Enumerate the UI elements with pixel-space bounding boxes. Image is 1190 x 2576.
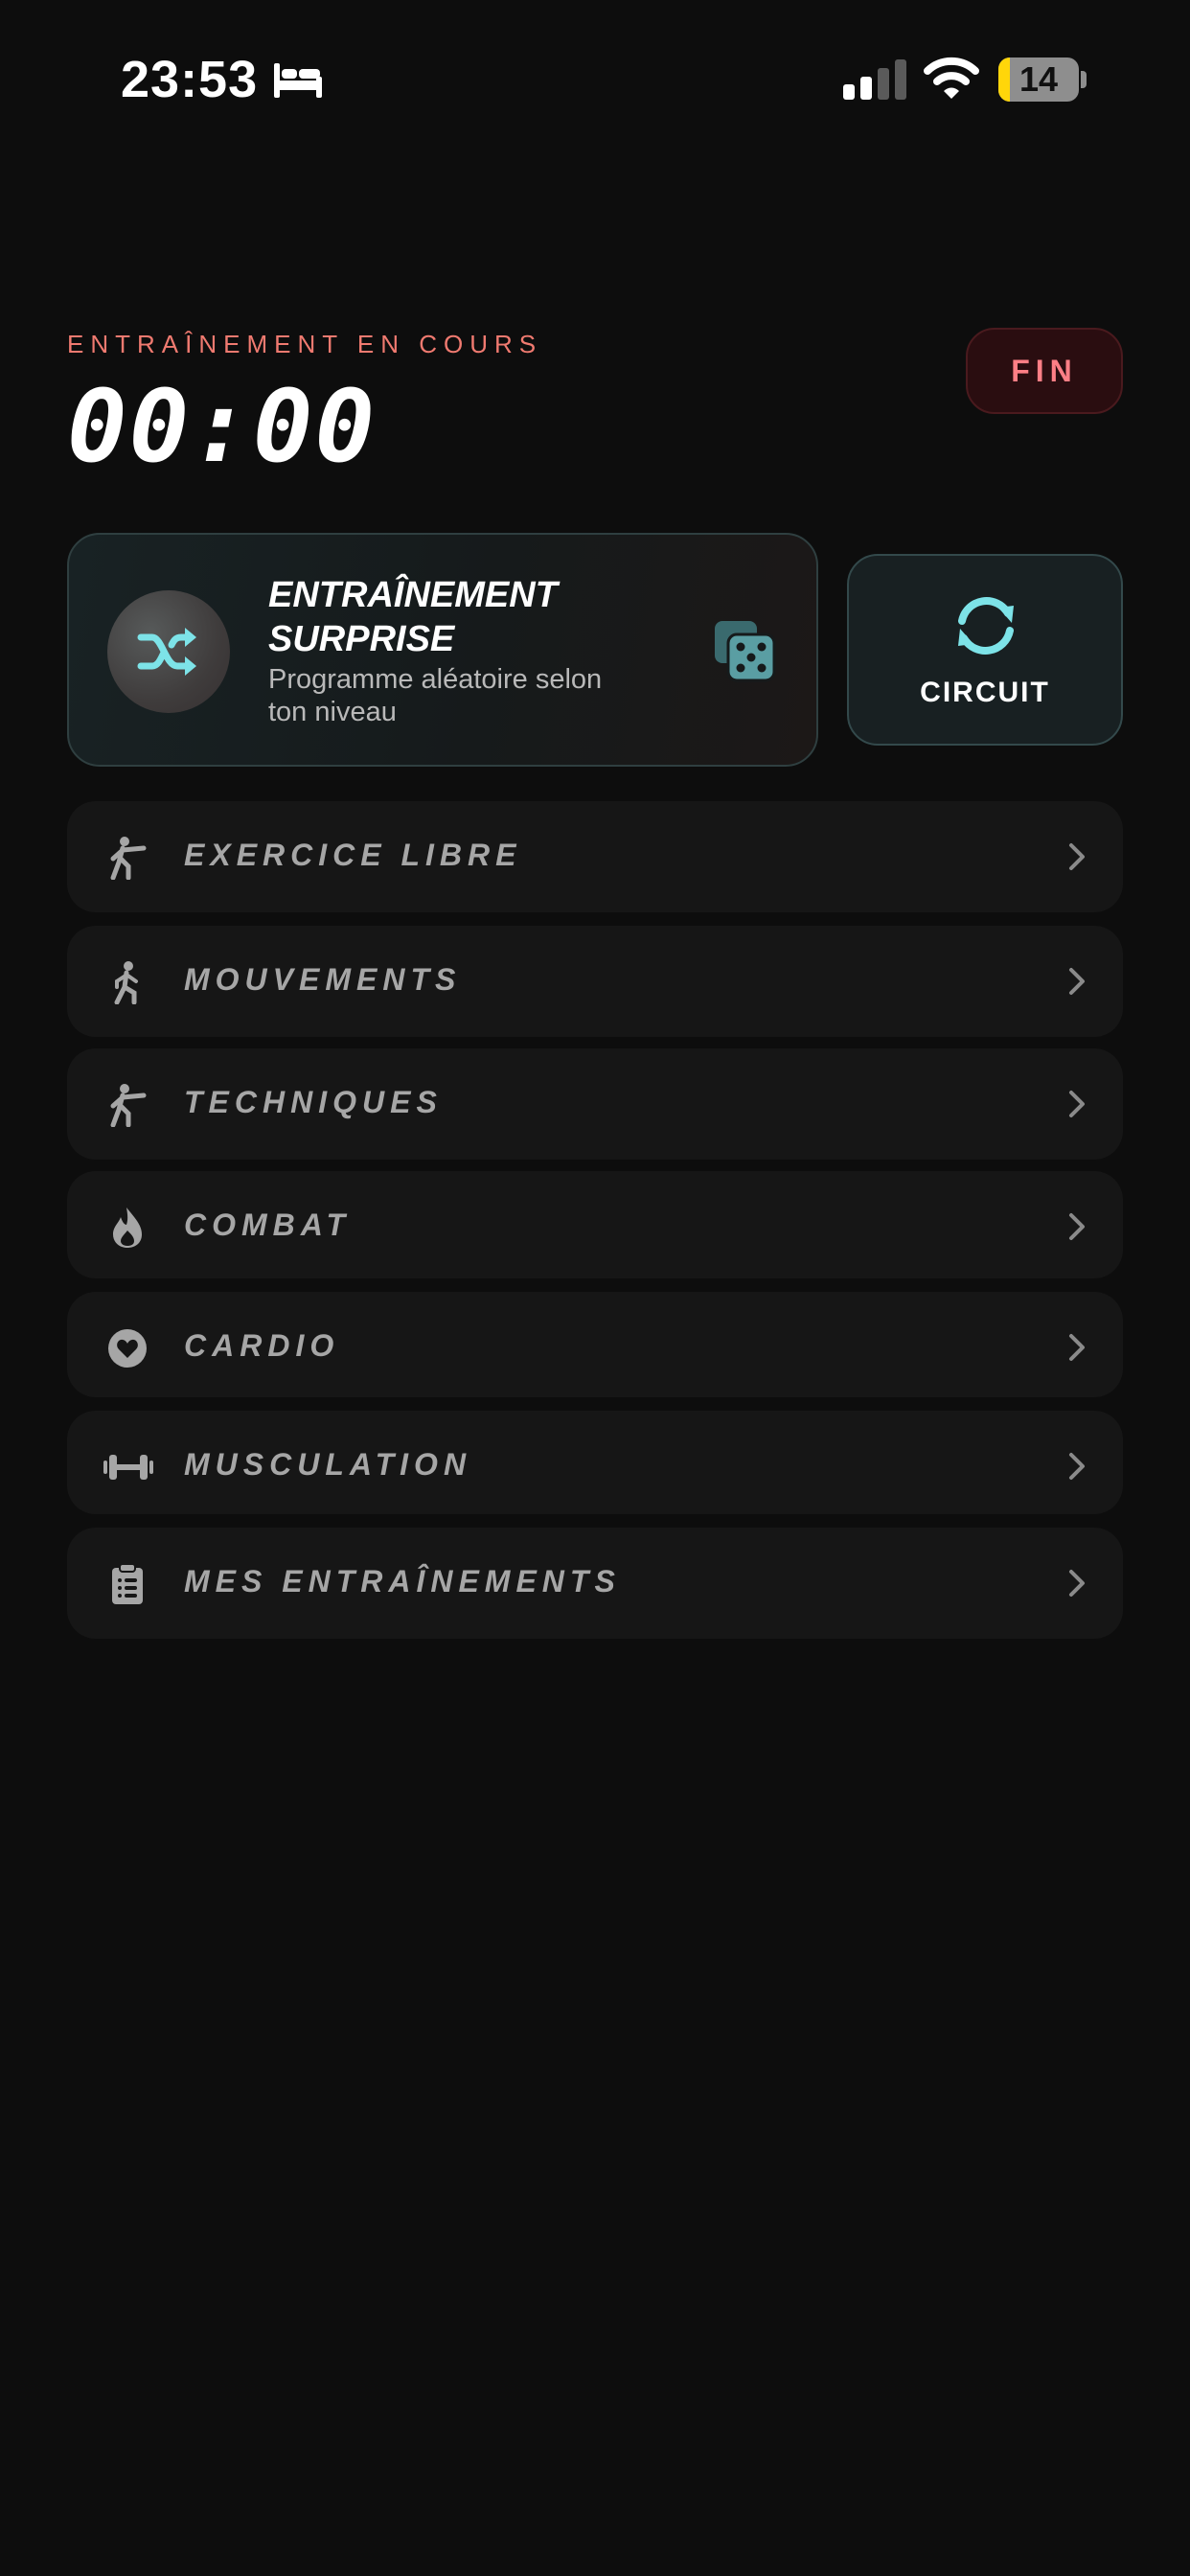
bed-icon xyxy=(274,63,322,98)
surprise-subtitle: Programme aléatoire selon ton niveau xyxy=(268,664,603,727)
chevron-right-icon xyxy=(1069,1091,1085,1117)
menu-item-mes-entrainements[interactable]: MES ENTRAÎNEMENTS xyxy=(67,1528,1123,1639)
figure-kick-icon xyxy=(110,837,147,880)
clipboard-list-icon xyxy=(112,1563,143,1604)
menu-item-label: CARDIO xyxy=(184,1328,340,1363)
wifi-icon xyxy=(924,57,979,99)
chevron-right-icon xyxy=(1069,968,1085,995)
figure-walk-icon xyxy=(114,961,138,1004)
dice-icon xyxy=(715,621,776,682)
shuffle-badge xyxy=(107,590,230,713)
dumbbell-icon xyxy=(103,1455,153,1480)
menu-item-label: TECHNIQUES xyxy=(184,1085,443,1119)
battery-nub xyxy=(1081,71,1087,88)
menu-item-exercice-libre[interactable]: EXERCICE LIBRE xyxy=(67,801,1123,912)
status-time: 23:53 xyxy=(121,51,259,108)
menu-item-label: MES ENTRAÎNEMENTS xyxy=(184,1564,621,1598)
menu-item-combat[interactable]: COMBAT xyxy=(67,1171,1123,1278)
menu-item-cardio[interactable]: CARDIO xyxy=(67,1292,1123,1397)
figure-kick-icon xyxy=(110,1084,147,1127)
chevron-right-icon xyxy=(1069,1453,1085,1480)
cellular-signal-icon xyxy=(843,59,906,100)
shuffle-icon xyxy=(137,628,196,676)
session-timer: 00:00 xyxy=(67,368,378,485)
menu-item-label: MUSCULATION xyxy=(184,1447,472,1482)
menu-item-label: MOUVEMENTS xyxy=(184,962,462,997)
menu-item-label: EXERCICE LIBRE xyxy=(184,838,522,872)
heart-circle-icon xyxy=(108,1329,147,1368)
surprise-title: ENTRAÎNEMENT SURPRISE xyxy=(268,575,558,659)
chevron-right-icon xyxy=(1069,1334,1085,1361)
menu-item-techniques[interactable]: TECHNIQUES xyxy=(67,1048,1123,1160)
menu-item-label: COMBAT xyxy=(184,1208,352,1242)
end-session-button[interactable]: FIN xyxy=(966,328,1123,414)
refresh-icon xyxy=(958,597,1014,655)
battery-icon: 14 xyxy=(998,58,1079,102)
battery-level: 14 xyxy=(1018,59,1059,99)
session-status-label: ENTRAÎNEMENT EN COURS xyxy=(67,330,543,358)
circuit-card[interactable]: CIRCUIT xyxy=(847,554,1123,746)
surprise-workout-card[interactable]: ENTRAÎNEMENT SURPRISE Programme aléatoir… xyxy=(67,533,818,767)
circuit-label: CIRCUIT xyxy=(920,677,1050,708)
flame-icon xyxy=(113,1208,142,1248)
menu-item-mouvements[interactable]: MOUVEMENTS xyxy=(67,926,1123,1037)
chevron-right-icon xyxy=(1069,1570,1085,1597)
chevron-right-icon xyxy=(1069,843,1085,870)
status-bar: 23:53 14 xyxy=(0,0,1190,163)
menu-item-musculation[interactable]: MUSCULATION xyxy=(67,1411,1123,1514)
chevron-right-icon xyxy=(1069,1213,1085,1240)
